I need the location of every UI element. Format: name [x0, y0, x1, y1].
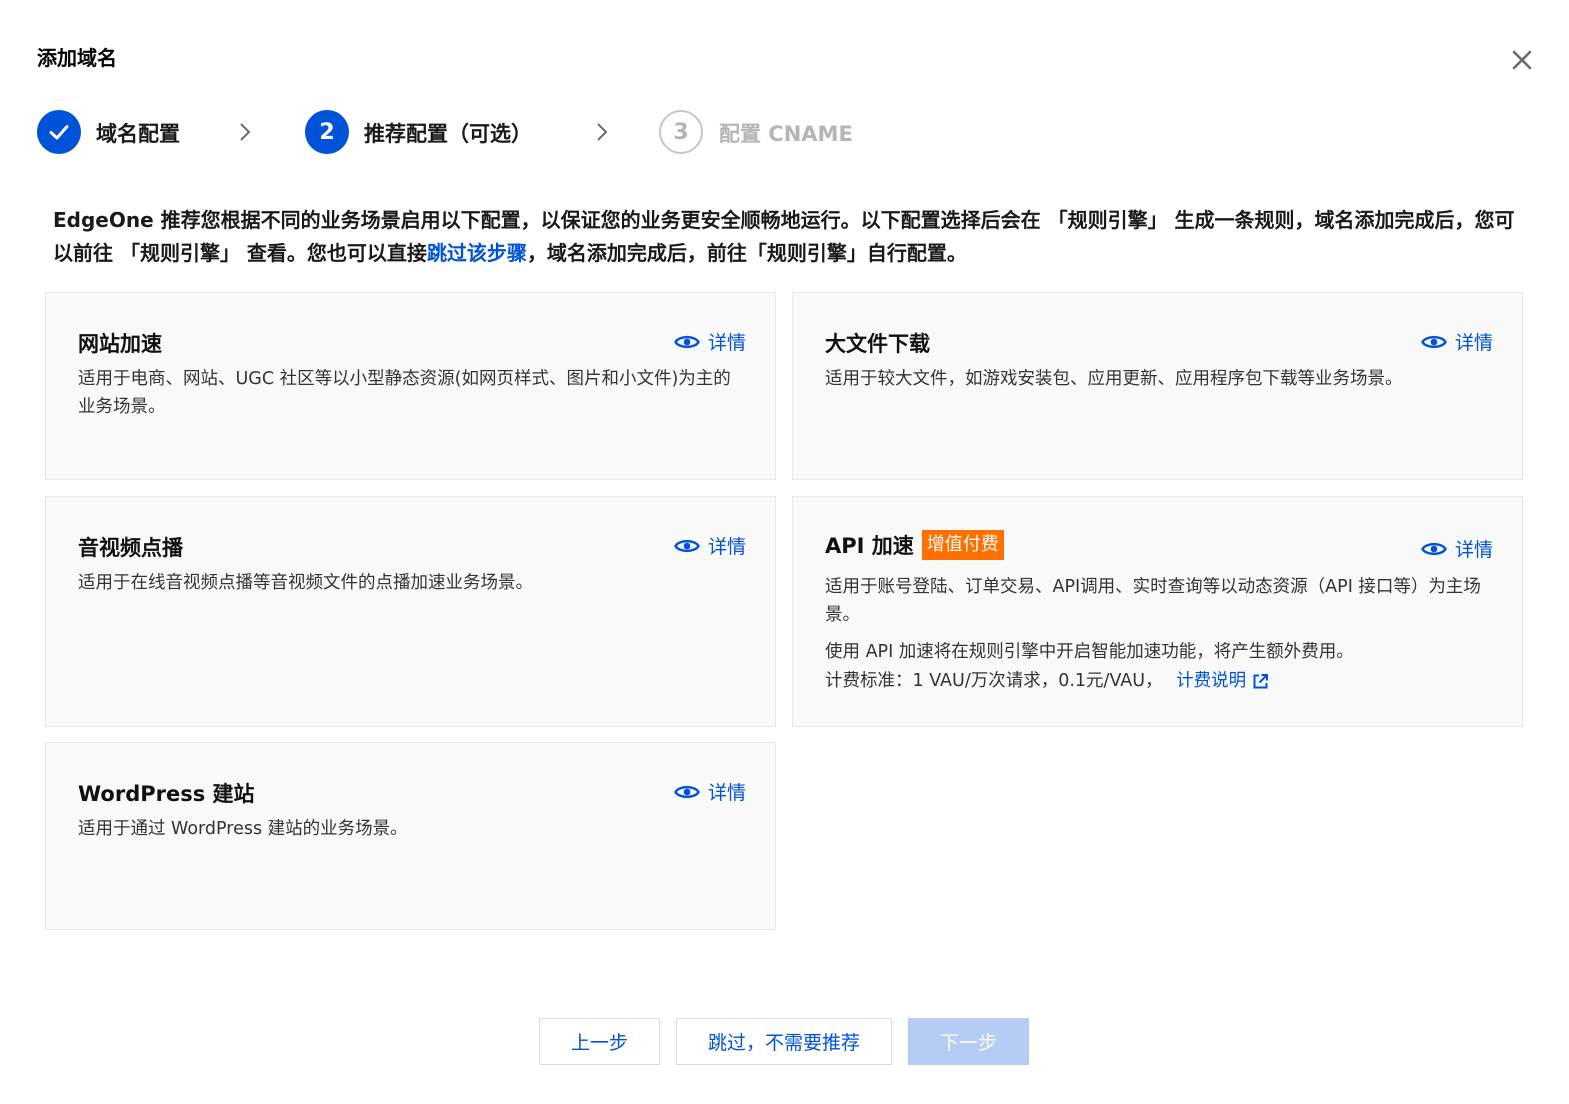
detail-link[interactable]: 详情: [674, 532, 746, 559]
step-3-label: 配置 CNAME: [719, 122, 853, 146]
detail-link[interactable]: 详情: [674, 778, 746, 805]
step-1-label: 域名配置: [96, 122, 180, 146]
card-description: 适用于电商、网站、UGC 社区等以小型静态资源(如网页样式、图片和小文件)为主的…: [78, 369, 731, 417]
card-title: WordPress 建站: [78, 782, 255, 806]
card-site-acceleration[interactable]: 网站加速 详情 适用于电商、网站、UGC 社区等以小型静态资源(如网页样式、图片…: [45, 292, 776, 480]
step-arrow-icon: [597, 123, 608, 141]
close-icon[interactable]: [1508, 46, 1536, 74]
prev-step-button[interactable]: 上一步: [539, 1018, 660, 1065]
eye-icon: [674, 785, 700, 798]
pricing-link-label: 计费说明: [1176, 671, 1247, 691]
card-title: API 加速: [825, 534, 914, 558]
next-step-button[interactable]: 下一步: [908, 1018, 1029, 1065]
card-video-on-demand[interactable]: 音视频点播 详情 适用于在线音视频点播等音视频文件的点播加速业务场景。: [45, 496, 776, 727]
card-description: 适用于账号登陆、订单交易、API调用、实时查询等以动态资源（API 接口等）为主…: [825, 577, 1481, 625]
step-arrow-icon: [240, 123, 251, 141]
detail-label: 详情: [1455, 539, 1494, 561]
external-link-icon: [1253, 673, 1269, 688]
detail-link[interactable]: 详情: [1421, 328, 1493, 355]
card-title-row: API 加速 增值付费: [825, 530, 1004, 560]
eye-icon: [674, 335, 700, 348]
skip-recommendation-button[interactable]: 跳过，不需要推荐: [676, 1018, 892, 1065]
detail-label: 详情: [708, 332, 747, 354]
card-title: 音视频点播: [78, 536, 183, 560]
card-api-acceleration[interactable]: API 加速 增值付费 详情 适用于账号登陆、订单交易、API调用、实时查询等以…: [792, 496, 1523, 727]
intro-text-after: ，域名添加完成后，前往「规则引擎」自行配置。: [526, 241, 967, 265]
eye-icon: [1421, 335, 1447, 348]
eye-icon: [674, 539, 700, 552]
skip-step-link[interactable]: 跳过该步骤: [427, 241, 527, 265]
card-fee-note: 使用 API 加速将在规则引擎中开启智能加速功能，将产生额外费用。: [825, 642, 1354, 662]
steps-indicator: 域名配置 2 推荐配置（可选） 3 配置 CNAME: [37, 110, 937, 156]
pricing-text: 计费标准：1 VAU/万次请求，0.1元/VAU，: [825, 671, 1163, 691]
intro-text: EdgeOne 推荐您根据不同的业务场景启用以下配置，以保证您的业务更安全顺畅地…: [53, 204, 1523, 270]
step-2-label: 推荐配置（可选）: [364, 122, 532, 146]
step-3-number: 3: [659, 110, 703, 154]
card-title: 网站加速: [78, 332, 162, 356]
card-description: 适用于在线音视频点播等音视频文件的点播加速业务场景。: [78, 573, 533, 593]
pricing-link[interactable]: 计费说明: [1176, 667, 1269, 695]
detail-label: 详情: [1455, 332, 1494, 354]
detail-label: 详情: [708, 782, 747, 804]
step-2-number: 2: [305, 110, 349, 154]
card-title: 大文件下载: [825, 332, 930, 356]
eye-icon: [1421, 542, 1447, 555]
detail-label: 详情: [708, 536, 747, 558]
paid-badge: 增值付费: [921, 530, 1004, 560]
card-description: 适用于通过 WordPress 建站的业务场景。: [78, 819, 408, 839]
detail-link[interactable]: 详情: [1421, 535, 1493, 562]
card-large-file-download[interactable]: 大文件下载 详情 适用于较大文件，如游戏安装包、应用更新、应用程序包下载等业务场…: [792, 292, 1523, 480]
card-description: 适用于较大文件，如游戏安装包、应用更新、应用程序包下载等业务场景。: [825, 369, 1403, 389]
card-pricing-row: 计费标准：1 VAU/万次请求，0.1元/VAU， 计费说明: [825, 667, 1490, 695]
detail-link[interactable]: 详情: [674, 328, 746, 355]
step-1-check-icon: [37, 110, 81, 154]
card-wordpress[interactable]: WordPress 建站 详情 适用于通过 WordPress 建站的业务场景。: [45, 742, 776, 930]
dialog-title: 添加域名: [37, 46, 117, 70]
